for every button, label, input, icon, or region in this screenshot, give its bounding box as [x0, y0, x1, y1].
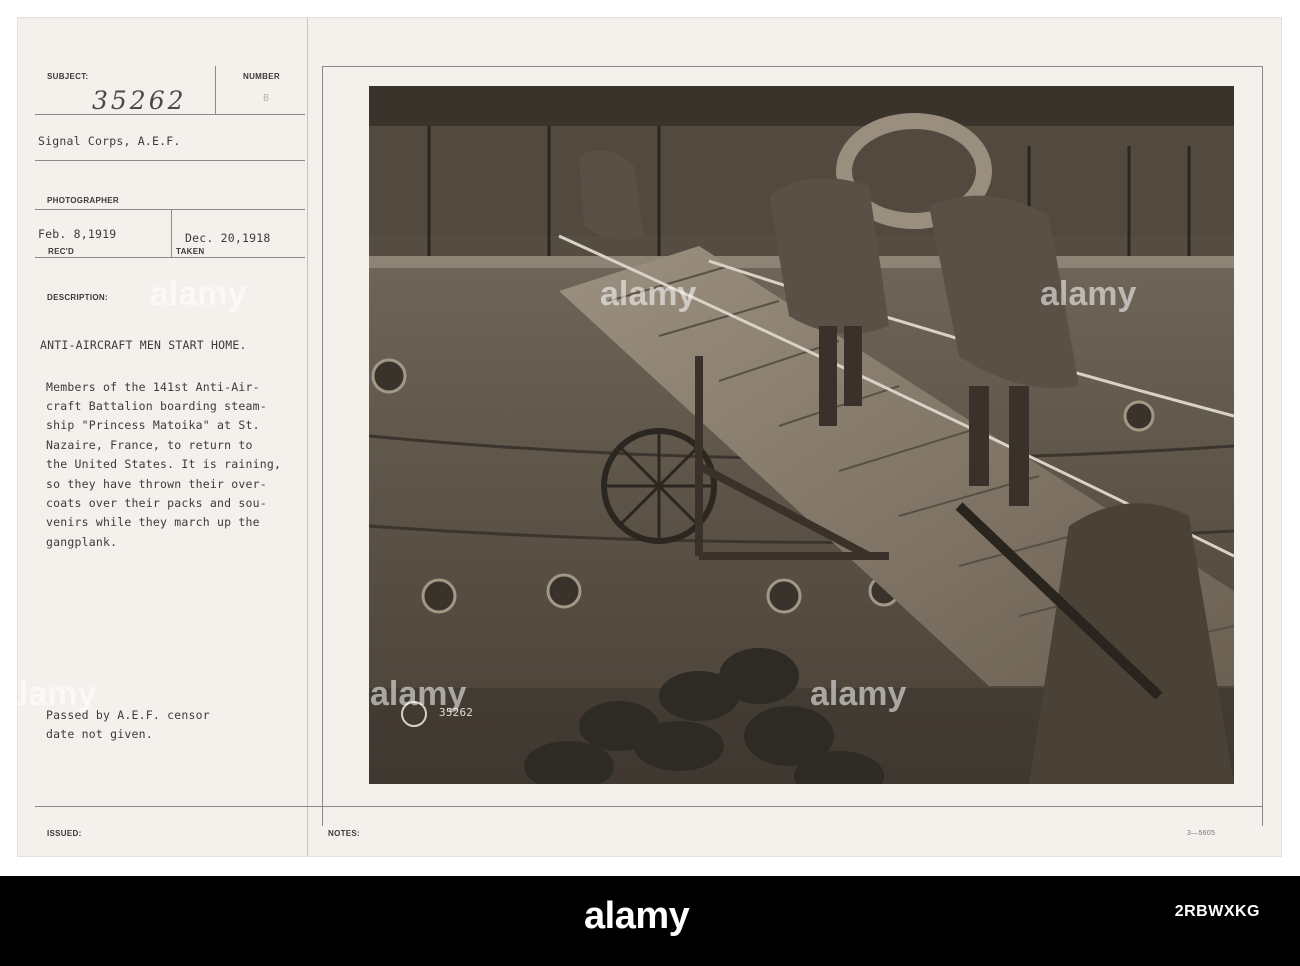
number-label: NUMBER — [243, 72, 280, 81]
headline: ANTI-AIRCRAFT MEN START HOME. — [40, 338, 247, 352]
description-line: venirs while they march up the — [46, 515, 260, 529]
photo-border-top — [322, 66, 1262, 67]
taken-label: TAKEN — [176, 247, 205, 256]
subject-number-handwritten: 35262 — [92, 86, 187, 115]
source-text: Signal Corps, A.E.F. — [38, 134, 181, 148]
received-label: REC'D — [48, 247, 75, 256]
rule-3 — [35, 209, 305, 210]
subject-label: SUBJECT: — [47, 72, 89, 81]
description-line: ship "Princess Matoika" at St. — [46, 418, 260, 432]
stock-image-id: 2RBWXKG — [1174, 903, 1260, 920]
rule-4 — [35, 257, 305, 258]
date-divider — [171, 209, 172, 257]
watermark-text: alamy — [150, 275, 247, 313]
censor-line: date not given. — [46, 727, 153, 741]
photographer-label: PHOTOGRAPHER — [47, 196, 119, 205]
subject-divider — [215, 66, 216, 114]
description-line: Nazaire, France, to return to — [46, 438, 253, 452]
description-line: craft Battalion boarding steam- — [46, 399, 267, 413]
watermark-text: alamy — [600, 275, 697, 313]
notes-label: NOTES: — [328, 829, 361, 838]
taken-date: Dec. 20,1918 — [185, 231, 271, 245]
received-date: Feb. 8,1919 — [38, 227, 117, 241]
watermark-text: alamy — [1040, 275, 1137, 313]
rule-2 — [35, 160, 305, 161]
issued-label: ISSUED: — [47, 829, 82, 838]
description-line: the United States. It is raining, — [46, 457, 282, 471]
photo-border-left — [322, 66, 323, 826]
description-line: coats over their packs and sou- — [46, 496, 267, 510]
description-line: gangplank. — [46, 535, 118, 549]
watermark-text: alamy — [810, 675, 907, 713]
watermark-text: alamy — [370, 675, 467, 713]
description-label: DESCRIPTION: — [47, 293, 108, 302]
form-number: 3—5605 — [1187, 830, 1216, 837]
photo-border-right — [1262, 66, 1263, 826]
description-line: so they have thrown their over- — [46, 477, 267, 491]
panel-divider — [307, 18, 308, 856]
rule-1 — [35, 114, 305, 115]
description-line: Members of the 141st Anti-Air- — [46, 380, 260, 394]
photograph-soldiers-gangplank: 35262 — [368, 86, 1235, 801]
alamy-logo: alamy — [584, 895, 690, 937]
watermark-text: alamy — [0, 675, 97, 713]
photo-border-bottom — [35, 806, 1262, 807]
number-value: B — [263, 93, 270, 104]
